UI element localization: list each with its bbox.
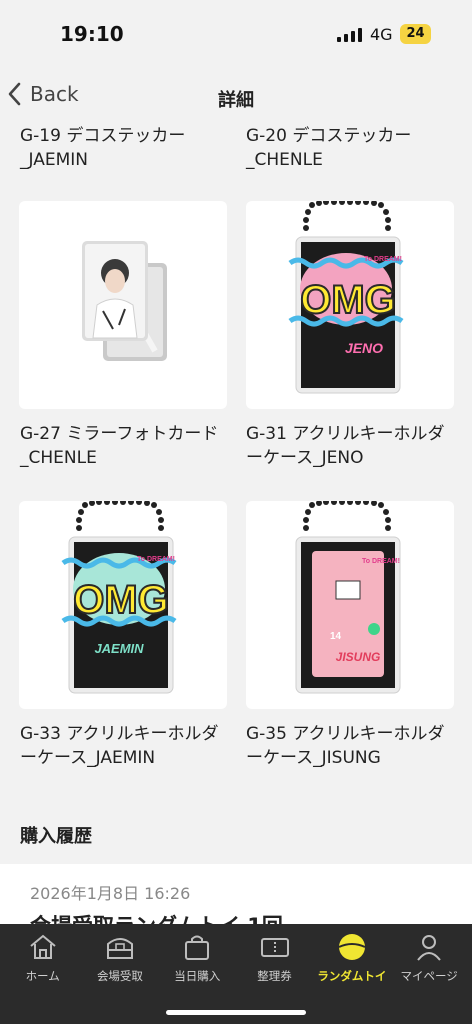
tab-label: マイページ bbox=[400, 969, 458, 983]
signal-icon bbox=[337, 28, 362, 42]
keyholder-signature: JENO bbox=[345, 340, 383, 356]
product-card-keyholder-jeno[interactable]: OMG To DREAM! JENO bbox=[246, 201, 454, 409]
ball-icon bbox=[338, 934, 366, 960]
product-grid: G-19 デコステッカー _JAEMIN G-20 デコステッカー _CHENL… bbox=[0, 124, 472, 924]
acrylic-keyholder-image: 14 JISUNG To DREAM! bbox=[295, 501, 401, 694]
tab-label: ホーム bbox=[25, 969, 60, 983]
product-caption: G-19 デコステッカー _JAEMIN bbox=[20, 124, 230, 172]
ticket-icon bbox=[260, 938, 289, 957]
battery-icon: 24 bbox=[400, 24, 431, 44]
tab-label: 会場受取 bbox=[96, 969, 143, 983]
keyholder-signature: JAEMIN bbox=[94, 641, 144, 656]
person-icon bbox=[417, 935, 441, 961]
tab-numbered-ticket[interactable]: 整理券 bbox=[236, 924, 313, 1024]
keyholder-signature: JISUNG bbox=[336, 650, 381, 664]
keyholder-sign: OMG bbox=[300, 278, 396, 322]
product-code: G-19 デコステッカー bbox=[20, 126, 186, 146]
network-type: 4G bbox=[370, 25, 393, 44]
keyholder-tag: To DREAM! bbox=[364, 256, 402, 263]
product-caption: G-31 アクリルキーホルダ ーケース_JENO bbox=[246, 422, 456, 470]
shopping-bag-icon bbox=[185, 935, 210, 960]
keyholder-tag: To DREAM! bbox=[137, 556, 175, 563]
product-caption: G-33 アクリルキーホルダ ーケース_JAEMIN bbox=[20, 722, 230, 770]
acrylic-keyholder-image: OMG To DREAM! JENO bbox=[288, 201, 404, 394]
product-name: _CHENLE bbox=[20, 448, 97, 468]
tab-my-page[interactable]: マイページ bbox=[390, 924, 467, 1024]
product-code: G-27 ミラーフォトカード bbox=[20, 424, 219, 444]
keyholder-tag: To DREAM! bbox=[362, 558, 400, 565]
home-indicator bbox=[166, 1010, 306, 1015]
tab-bar: ホーム 会場受取 当日購入 整理券 ランダムトイ マイページ bbox=[0, 924, 472, 1024]
product-card-mirror-photocard[interactable] bbox=[19, 201, 227, 409]
tab-random-toy[interactable]: ランダムトイ bbox=[313, 924, 390, 1024]
product-name: ーケース_JISUNG bbox=[246, 748, 381, 768]
purchase-history-title: 購入履歴 bbox=[20, 826, 92, 847]
product-card-keyholder-jaemin[interactable]: OMG To DREAM! JAEMIN bbox=[19, 501, 227, 709]
product-code: G-20 デコステッカー bbox=[246, 126, 412, 146]
status-time: 19:10 bbox=[60, 22, 124, 46]
product-code: G-33 アクリルキーホルダ bbox=[20, 724, 219, 744]
house-icon bbox=[30, 934, 56, 959]
venue-icon bbox=[106, 938, 133, 959]
history-title: 会場受取ランダムトイ 1回 bbox=[30, 910, 283, 924]
tab-label: ランダムトイ bbox=[317, 969, 387, 983]
product-code: G-31 アクリルキーホルダ bbox=[246, 424, 445, 444]
tab-same-day-purchase[interactable]: 当日購入 bbox=[159, 924, 236, 1024]
nav-bar: Back 詳細 bbox=[0, 70, 472, 124]
history-date: 2026年1月8日 16:26 bbox=[30, 884, 191, 903]
product-name: _JAEMIN bbox=[20, 150, 88, 170]
keyholder-number: 14 bbox=[330, 631, 342, 642]
product-name: _CHENLE bbox=[246, 150, 323, 170]
product-caption: G-20 デコステッカー _CHENLE bbox=[246, 124, 456, 172]
keyholder-sign: OMG bbox=[73, 578, 169, 622]
tab-home[interactable]: ホーム bbox=[4, 924, 81, 1024]
purchase-history-item[interactable]: 2026年1月8日 16:26 会場受取ランダムトイ 1回 bbox=[0, 864, 472, 924]
page-title: 詳細 bbox=[218, 90, 254, 111]
product-code: G-35 アクリルキーホルダ bbox=[246, 724, 445, 744]
status-bar: 19:10 4G 24 bbox=[0, 0, 472, 70]
product-card-keyholder-jisung[interactable]: 14 JISUNG To DREAM! bbox=[246, 501, 454, 709]
product-name: ーケース_JENO bbox=[246, 448, 364, 468]
product-name: ーケース_JAEMIN bbox=[20, 748, 156, 768]
tab-label: 当日購入 bbox=[174, 969, 221, 983]
tab-label: 整理券 bbox=[257, 969, 292, 983]
product-caption: G-27 ミラーフォトカード _CHENLE bbox=[20, 422, 230, 470]
mirror-photocard-image bbox=[82, 241, 167, 361]
tab-venue-pickup[interactable]: 会場受取 bbox=[81, 924, 158, 1024]
product-caption: G-35 アクリルキーホルダ ーケース_JISUNG bbox=[246, 722, 456, 770]
acrylic-keyholder-image: OMG To DREAM! JAEMIN bbox=[61, 501, 177, 694]
